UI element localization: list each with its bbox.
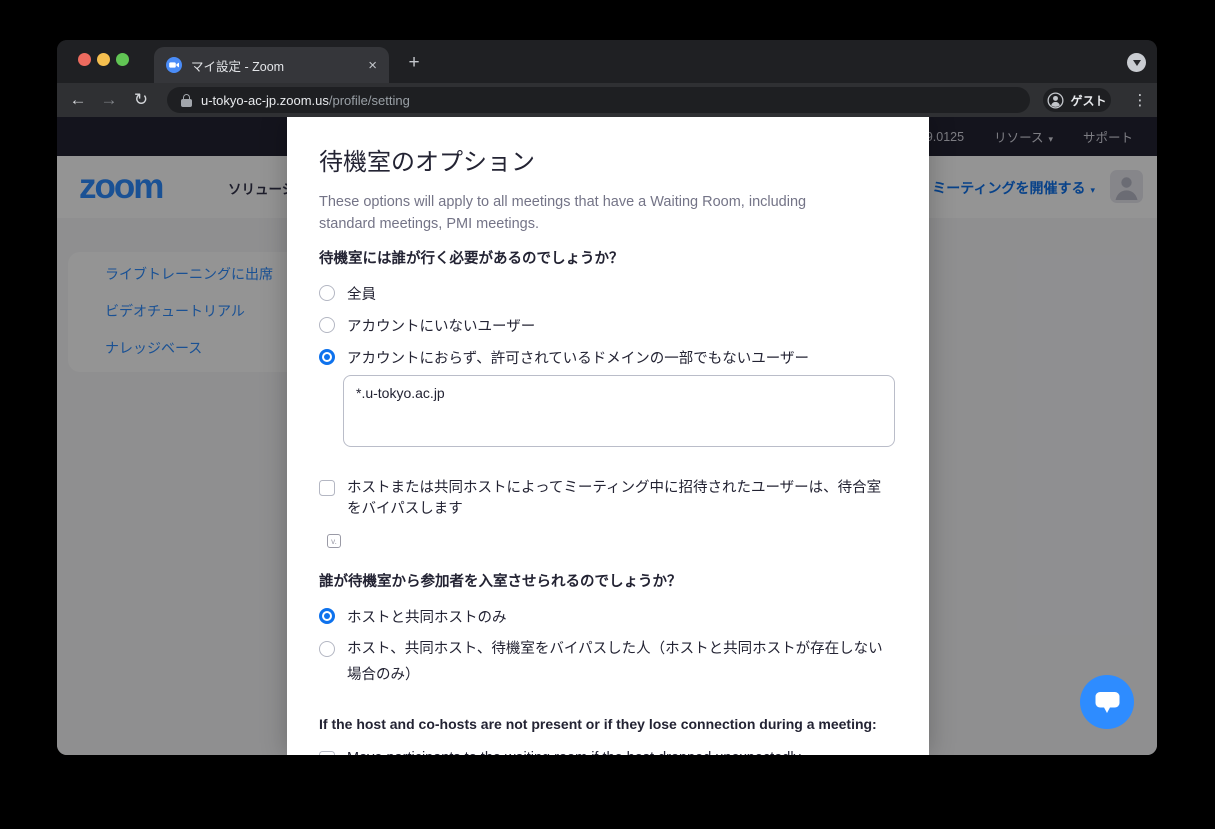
chat-bubble-icon: [1094, 690, 1121, 715]
allowed-domains-input[interactable]: *.u-tokyo.ac.jp: [343, 375, 895, 447]
new-tab-button[interactable]: +: [401, 50, 427, 76]
url-host: u-tokyo-ac-jp.zoom.us: [201, 93, 329, 108]
tab-strip: マイ設定 - Zoom × +: [57, 40, 1157, 83]
browser-menu-button[interactable]: ⋮: [1129, 83, 1151, 117]
url-text: u-tokyo-ac-jp.zoom.us/profile/setting: [201, 93, 410, 108]
url-path: /profile/setting: [329, 93, 410, 108]
person-icon: [1047, 92, 1064, 109]
guest-label: ゲスト: [1070, 92, 1106, 109]
reload-button[interactable]: ↻: [128, 83, 154, 117]
radio-icon[interactable]: [319, 317, 335, 333]
chat-widget-button[interactable]: [1080, 675, 1134, 729]
lock-icon: [181, 94, 192, 107]
radio-option-users-not-in-account-or-domains[interactable]: アカウントにおらず、許可されているドメインの一部でもないユーザー: [319, 341, 895, 373]
browser-tab[interactable]: マイ設定 - Zoom ×: [154, 47, 389, 83]
radio-icon[interactable]: [319, 285, 335, 301]
question-who-can-admit: 誰が待機室から参加者を入室させられるのでしょうか？: [319, 572, 895, 592]
checkbox-icon[interactable]: [319, 751, 335, 756]
checkbox-icon[interactable]: [319, 480, 335, 496]
browser-profile-button[interactable]: [1127, 53, 1146, 72]
question-who-goes-to-waiting-room: 待機室には誰が行く必要があるのでしょうか？: [319, 249, 895, 269]
radio-selected-icon[interactable]: [319, 608, 335, 624]
move-participants-checkbox-row[interactable]: Move participants to the waiting room if…: [319, 748, 895, 755]
guest-profile-button[interactable]: ゲスト: [1043, 88, 1111, 112]
bypass-waiting-room-checkbox-row[interactable]: ホストまたは共同ホストによってミーティング中に招待されたユーザーは、待合室をバイ…: [319, 478, 895, 520]
chevron-down-icon: [1133, 60, 1141, 66]
tab-title: マイ設定 - Zoom: [191, 56, 359, 75]
broken-image-icon: v.: [327, 534, 341, 548]
radio-option-users-not-in-account[interactable]: アカウントにいないユーザー: [319, 309, 895, 341]
close-window-button[interactable]: [78, 53, 91, 66]
browser-window: マイ設定 - Zoom × + ← → ↻ u-tokyo-ac-jp.zoom…: [57, 40, 1157, 755]
radio-option-everyone[interactable]: 全員: [319, 277, 895, 309]
modal-title: 待機室のオプション: [319, 147, 895, 179]
heading-host-not-present: If the host and co-hosts are not present…: [319, 714, 895, 734]
radio-option-host-cohosts-only[interactable]: ホストと共同ホストのみ: [319, 600, 895, 632]
waiting-room-options-modal: 待機室のオプション These options will apply to al…: [287, 117, 929, 755]
minimize-window-button[interactable]: [97, 53, 110, 66]
page-viewport: 88.799.0125 リソース▾ サポート zoom ソリューション ミーティ…: [57, 117, 1157, 755]
zoom-favicon-icon: [166, 57, 182, 73]
address-bar[interactable]: u-tokyo-ac-jp.zoom.us/profile/setting: [167, 87, 1030, 113]
browser-toolbar: ← → ↻ u-tokyo-ac-jp.zoom.us/profile/sett…: [57, 83, 1157, 117]
fullscreen-window-button[interactable]: [116, 53, 129, 66]
back-button[interactable]: ←: [65, 83, 91, 117]
radio-icon[interactable]: [319, 641, 335, 657]
radio-selected-icon[interactable]: [319, 349, 335, 365]
modal-description: These options will apply to all meetings…: [319, 191, 864, 235]
close-tab-icon[interactable]: ×: [368, 58, 377, 73]
radio-option-host-cohosts-bypassers[interactable]: ホスト、共同ホスト、待機室をバイパスした人（ホストと共同ホストが存在しない場合の…: [319, 632, 895, 692]
forward-button[interactable]: →: [96, 83, 122, 117]
